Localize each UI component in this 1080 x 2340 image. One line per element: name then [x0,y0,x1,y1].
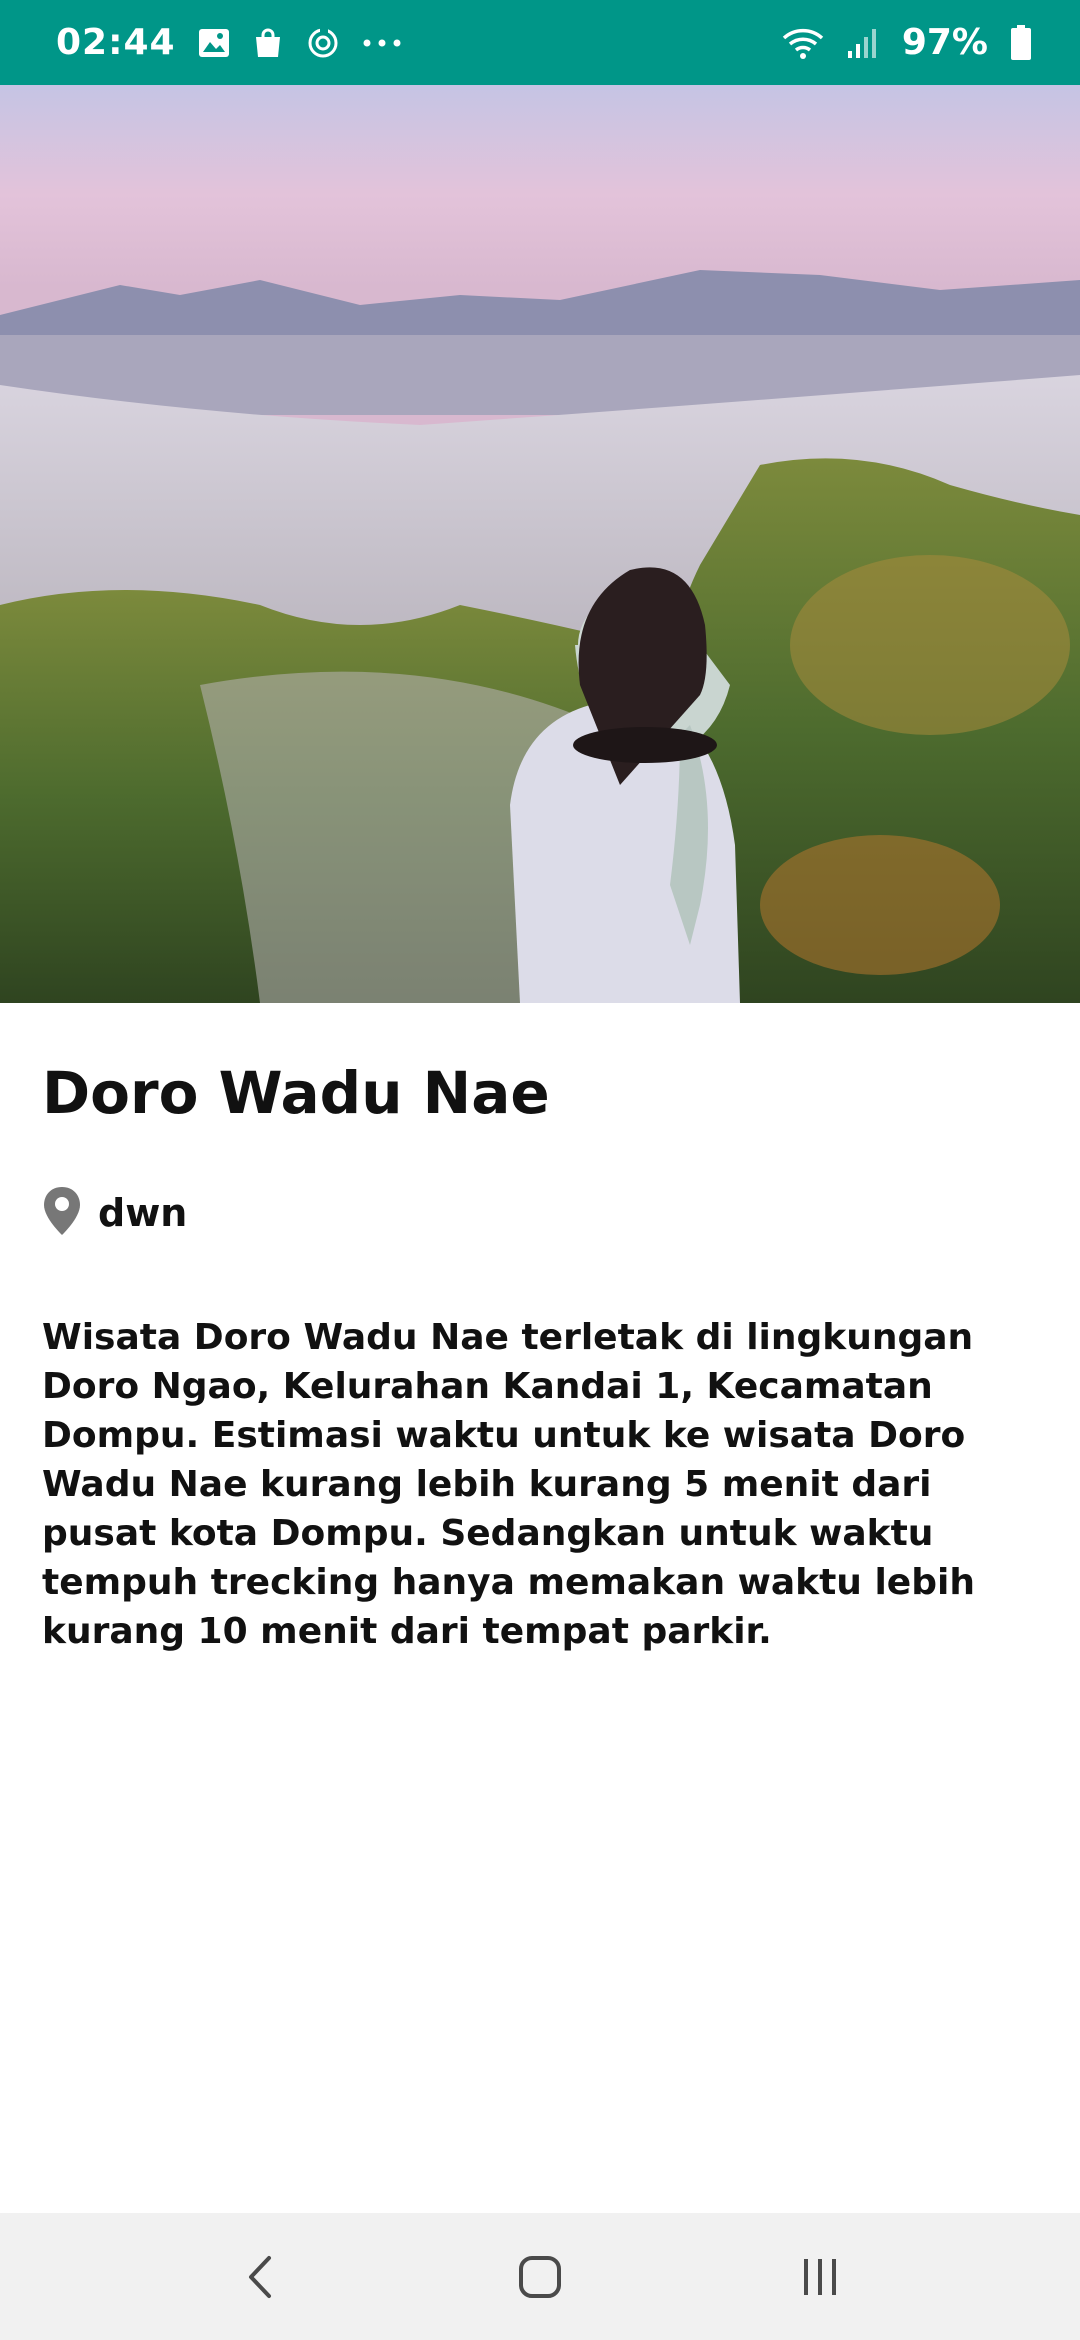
status-right: 97% [782,22,1032,63]
battery-icon [1010,24,1032,61]
location-text: dwn [98,1191,188,1235]
battery-percent: 97% [901,22,988,63]
status-time: 02:44 [56,22,176,63]
gallery-icon [198,28,230,58]
place-description: Wisata Doro Wadu Nae terletak di lingkun… [42,1317,975,1652]
back-icon [249,2255,271,2298]
wifi-icon [782,26,824,60]
navigation-bar [0,2213,1080,2340]
hero-image [0,85,1080,1003]
location-row: dwn [42,1185,1042,1241]
place-details: Doro Wadu Nae dwn Wisata Doro Wadu Nae t… [42,1003,1042,1656]
shopping-bag-icon [252,27,284,59]
recents-button[interactable] [770,2227,870,2327]
back-button[interactable] [210,2227,310,2327]
home-icon [519,2255,561,2298]
more-dots-icon [362,38,402,48]
status-left: 02:44 [56,22,402,63]
home-button[interactable] [490,2227,590,2327]
signal-icon [846,27,880,59]
place-title: Doro Wadu Nae [42,1059,550,1127]
status-bar: 02:44 97% [0,0,1080,85]
location-pin-icon [42,1185,82,1241]
sync-icon [306,26,340,60]
recents-icon [804,2258,836,2295]
